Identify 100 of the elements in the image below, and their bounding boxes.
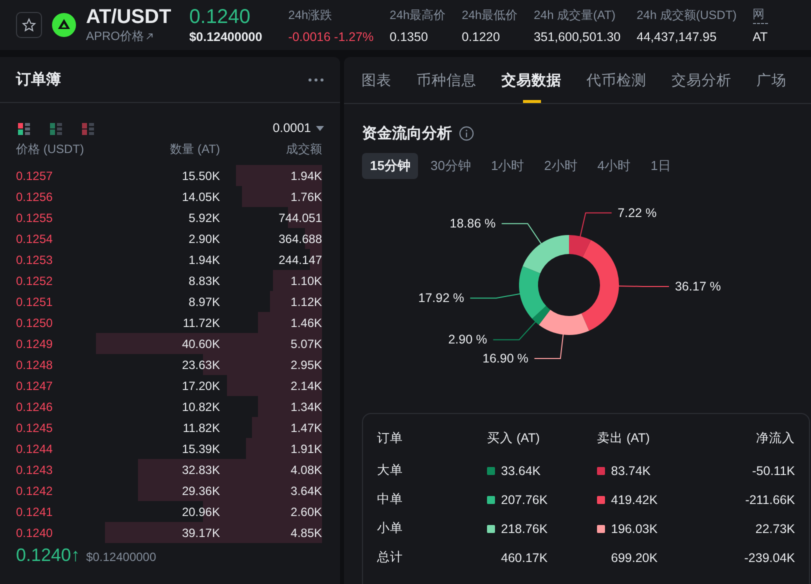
ask-total: 364.688 [278, 232, 322, 246]
ask-amount: 8.97K [188, 294, 220, 308]
ask-total: 1.91K [290, 442, 322, 456]
favorite-button[interactable] [16, 12, 42, 38]
data-label: 7.22 % [618, 206, 657, 220]
ask-amount: 39.17K [180, 526, 220, 540]
ask-price: 0.1247 [16, 378, 54, 392]
ask-total: 1.34K [290, 400, 322, 414]
precision-dropdown[interactable]: 0.0001 [272, 121, 324, 135]
order-book-bids-view-button[interactable] [48, 121, 64, 135]
period-tab[interactable]: 1小时 [482, 153, 532, 179]
ask-price: 0.1248 [16, 358, 54, 372]
external-link-icon [146, 32, 154, 40]
ask-price: 0.1241 [16, 504, 54, 518]
period-tab[interactable]: 30分钟 [422, 153, 479, 179]
tab[interactable]: 代币检测 [574, 57, 659, 103]
ask-total: 3.64K [290, 484, 322, 498]
stat-label: 24h 成交额(USDT) [636, 6, 737, 24]
ask-total: 1.12K [290, 294, 322, 308]
stat-value: 44,437,147.95 [636, 30, 718, 44]
tab[interactable]: 交易数据 [489, 57, 574, 103]
pair-name: AT/USDT [86, 6, 172, 28]
usd-price: $0.12400000 [86, 550, 156, 564]
leader-line [579, 212, 612, 239]
more-options-icon[interactable] [308, 78, 324, 82]
ask-total: 744.051 [278, 210, 322, 224]
ask-amount: 40.60K [180, 336, 220, 350]
ask-amount: 1.94K [188, 252, 220, 266]
column-header: 成交额 [285, 141, 322, 158]
column-header: 买入 (AT) [487, 430, 541, 446]
sell-amount: 83.74K [611, 464, 651, 478]
ask-amount: 32.83K [180, 462, 220, 476]
ask-total: 1.76K [290, 190, 322, 204]
period-tab[interactable]: 2小时 [536, 153, 586, 179]
column-header: 净流入 [755, 430, 795, 446]
ask-total: 4.85K [290, 526, 322, 540]
tab[interactable]: 广场 [744, 57, 799, 103]
ask-price: 0.1254 [16, 232, 54, 246]
ask-total: 1.47K [290, 420, 322, 434]
ask-price: 0.1257 [16, 168, 54, 182]
ask-amount: 11.82K [182, 420, 220, 434]
ask-price: 0.1256 [16, 190, 54, 204]
data-label: 16.90 % [482, 352, 528, 366]
section-title: 资金流向分析 [362, 124, 452, 143]
stat-label: 网 [752, 6, 768, 24]
stat-label: 24h涨跌 [288, 6, 334, 24]
panel-title: 订单簿 [16, 70, 61, 89]
order-size-label: 总计 [377, 549, 404, 566]
ask-amount: 23.63K [180, 358, 220, 372]
ask-price: 0.1253 [16, 252, 54, 266]
ask-amount: 10.82K [180, 400, 220, 414]
tab[interactable]: 交易分析 [659, 57, 744, 103]
order-book-both-view-button[interactable] [16, 121, 32, 135]
star-icon [22, 18, 36, 32]
ask-amount: 11.72K [182, 316, 220, 330]
ask-amount: 17.20K [180, 378, 220, 392]
period-tab[interactable]: 4小时 [589, 153, 639, 179]
data-label: 36.17 % [674, 279, 721, 294]
ask-amount: 5.92K [188, 210, 220, 224]
net-inflow: 22.73K [754, 522, 795, 536]
ask-price: 0.1255 [16, 210, 54, 224]
net-inflow: -211.66K [744, 492, 795, 506]
ask-amount: 2.90K [188, 232, 220, 246]
ask-price: 0.1251 [16, 294, 54, 308]
buy-amount: 33.64K [501, 464, 541, 478]
tab[interactable]: 币种信息 [404, 57, 489, 103]
leader-line [616, 285, 670, 287]
ask-amount: 8.83K [188, 274, 220, 288]
order-size-label: 小单 [377, 520, 404, 537]
sell-amount: 196.03K [611, 522, 658, 536]
net-inflow: -50.11K [751, 464, 795, 478]
period-tab[interactable]: 1日 [642, 153, 679, 179]
stat-value: 0.1350 [390, 30, 429, 44]
stat-label: 24h 成交量(AT) [534, 6, 617, 24]
ask-amount: 14.05K [180, 190, 220, 204]
buy-amount: 218.76K [501, 522, 548, 536]
ask-price: 0.1245 [16, 420, 54, 434]
stat-value: 0.1220 [462, 30, 501, 44]
ask-amount: 15.50K [180, 168, 220, 182]
last-price: 0.1240 [189, 6, 252, 28]
ask-price: 0.1242 [16, 484, 54, 498]
leader-line [470, 292, 522, 299]
column-header: 数量 (AT) [169, 141, 220, 158]
token-price-link[interactable]: APRO价格 [86, 28, 172, 44]
token-logo-icon [52, 13, 76, 37]
ask-price: 0.1249 [16, 336, 54, 350]
tab[interactable]: 图表 [349, 57, 404, 103]
ask-price: 0.1244 [16, 442, 54, 456]
info-icon[interactable] [459, 126, 474, 141]
sell-amount: 419.42K [611, 492, 658, 506]
last-price: 0.1240↑ [16, 545, 80, 566]
ask-total: 2.95K [290, 358, 322, 372]
ask-total: 1.10K [290, 274, 322, 288]
net-inflow: -239.04K [743, 550, 795, 564]
stat-value: 351,600,501.30 [534, 30, 621, 44]
order-book-asks-view-button[interactable] [80, 121, 96, 135]
order-size-label: 中单 [377, 491, 404, 508]
ask-total: 1.46K [290, 316, 322, 330]
period-tab[interactable]: 15分钟 [362, 153, 418, 179]
stat-label: 24h最高价 [390, 6, 446, 24]
